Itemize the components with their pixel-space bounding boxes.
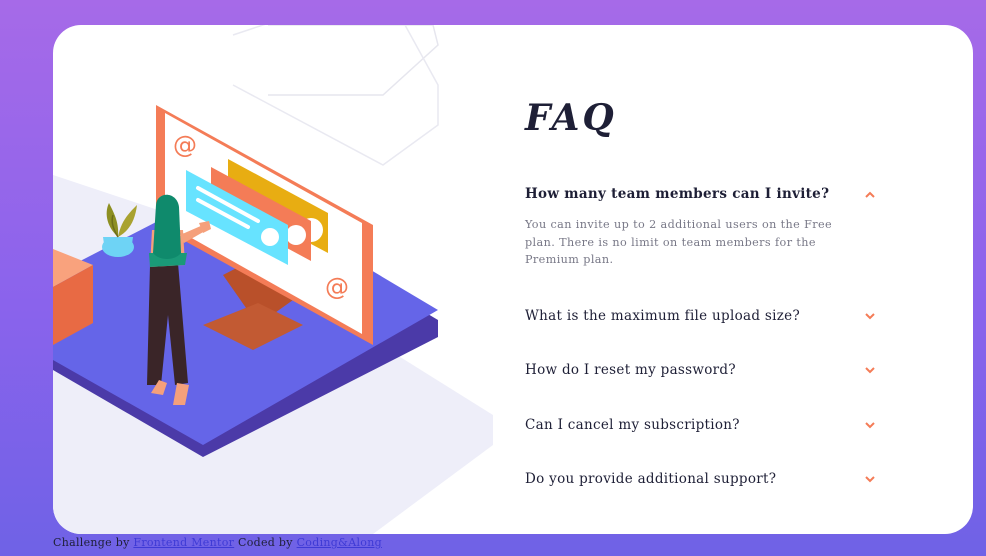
- faq-question-2[interactable]: What is the maximum file upload size?: [525, 304, 877, 328]
- attribution-footer: Challenge by Frontend Mentor Coded by Co…: [53, 536, 382, 549]
- faq-item-3: How do I reset my password?: [525, 358, 877, 382]
- faq-question-text: How do I reset my password?: [525, 362, 736, 378]
- chevron-down-icon[interactable]: [863, 472, 877, 486]
- chevron-up-icon[interactable]: [863, 187, 877, 201]
- faq-card: @ @ @ FAQ: [53, 25, 973, 534]
- svg-text:@: @: [325, 273, 349, 301]
- faq-item-1: How many team members can I invite? You …: [525, 182, 877, 269]
- faq-item-2: What is the maximum file upload size?: [525, 304, 877, 328]
- faq-title: FAQ: [525, 97, 617, 139]
- faq-question-text: Can I cancel my subscription?: [525, 417, 740, 433]
- chevron-down-icon[interactable]: [863, 418, 877, 432]
- woman-online-illustration: @ @ @: [53, 25, 493, 534]
- challenge-by-text: Challenge by: [53, 536, 130, 549]
- faq-answer-1: You can invite up to 2 additional users …: [525, 218, 833, 266]
- chevron-down-icon[interactable]: [863, 309, 877, 323]
- faq-question-3[interactable]: How do I reset my password?: [525, 358, 877, 382]
- faq-question-text: What is the maximum file upload size?: [525, 308, 801, 324]
- faq-item-4: Can I cancel my subscription?: [525, 413, 877, 437]
- chevron-down-icon[interactable]: [863, 363, 877, 377]
- coded-by-text: Coded by: [238, 536, 293, 549]
- author-link[interactable]: Coding&Along: [297, 536, 382, 549]
- faq-question-5[interactable]: Do you provide additional support?: [525, 467, 877, 491]
- faq-question-text: Do you provide additional support?: [525, 471, 777, 487]
- faq-question-1[interactable]: How many team members can I invite?: [525, 182, 877, 206]
- faq-section: FAQ How many team members can I invite? …: [525, 25, 945, 534]
- svg-text:@: @: [173, 131, 197, 159]
- frontend-mentor-link[interactable]: Frontend Mentor: [133, 536, 234, 549]
- faq-question-text: How many team members can I invite?: [525, 186, 830, 202]
- faq-item-5: Do you provide additional support?: [525, 467, 877, 491]
- faq-question-4[interactable]: Can I cancel my subscription?: [525, 413, 877, 437]
